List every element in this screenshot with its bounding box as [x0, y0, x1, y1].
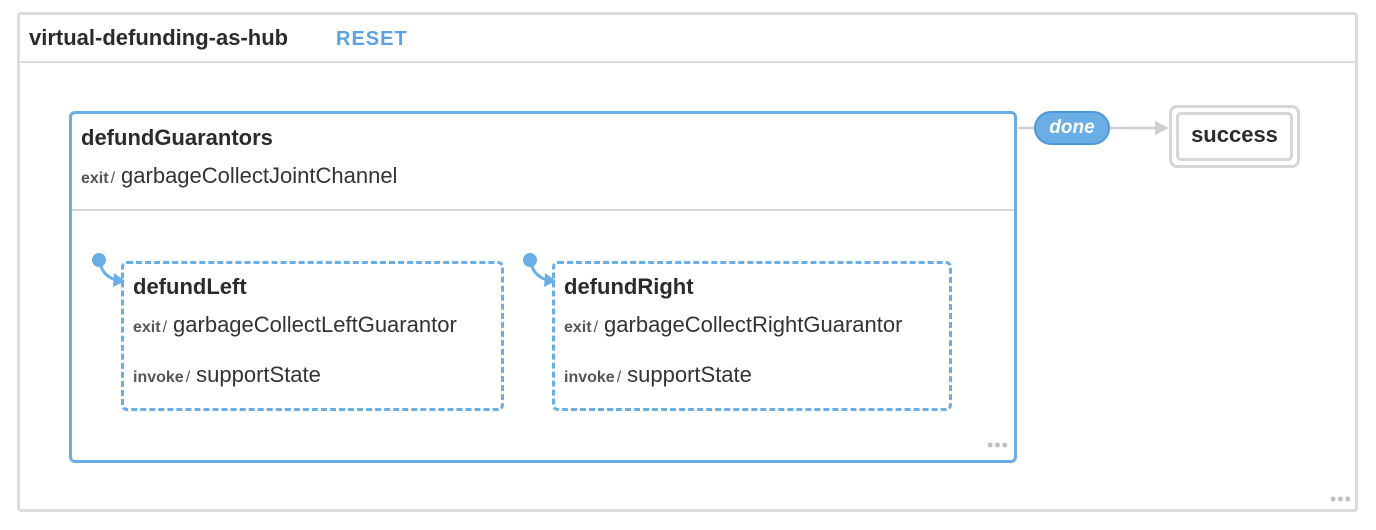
state-defund-left[interactable]: defundLeft exit / garbageCollectLeftGuaran… [121, 261, 504, 411]
state-name: defundLeft [133, 274, 247, 299]
action-separator: / [593, 319, 599, 336]
invoke-action-row: invoke / supportState [133, 362, 321, 388]
machine-header: virtual-defunding-as-hub RESET [20, 15, 1355, 63]
action-name: supportState [627, 362, 752, 387]
state-divider [72, 209, 1014, 211]
action-separator: / [110, 170, 116, 187]
exit-action-row: exit / garbageCollectLeftGuarantor [133, 312, 457, 338]
action-separator: / [162, 319, 168, 336]
state-name: defundRight [564, 274, 694, 299]
event-done-button[interactable]: done [1034, 111, 1110, 145]
action-type-label: exit [81, 170, 109, 187]
invoke-action-row: invoke / supportState [564, 362, 752, 388]
state-name: defundGuarantors [81, 125, 273, 150]
state-more-icon[interactable]: ••• [987, 436, 1009, 454]
action-separator: / [185, 369, 191, 386]
action-type-label: invoke [564, 369, 615, 386]
state-defund-guarantors[interactable]: defundGuarantors exit / garbageCollectJoin… [69, 111, 1017, 463]
state-success[interactable]: success [1169, 105, 1300, 168]
action-name: garbageCollectJointChannel [121, 163, 398, 188]
reset-button[interactable]: RESET [336, 28, 408, 51]
action-type-label: invoke [133, 369, 184, 386]
action-name: garbageCollectRightGuarantor [604, 312, 903, 337]
machine-title: virtual-defunding-as-hub [29, 25, 289, 50]
exit-action-row: exit / garbageCollectJointChannel [81, 163, 397, 189]
machine-more-icon[interactable]: ••• [1330, 490, 1352, 508]
state-name: success [1191, 122, 1278, 147]
action-type-label: exit [133, 319, 161, 336]
action-type-label: exit [564, 319, 592, 336]
action-name: supportState [196, 362, 321, 387]
state-defund-right[interactable]: defundRight exit / garbageCollectRightGuar… [552, 261, 952, 411]
action-name: garbageCollectLeftGuarantor [173, 312, 457, 337]
action-separator: / [616, 369, 622, 386]
exit-action-row: exit / garbageCollectRightGuarantor [564, 312, 902, 338]
